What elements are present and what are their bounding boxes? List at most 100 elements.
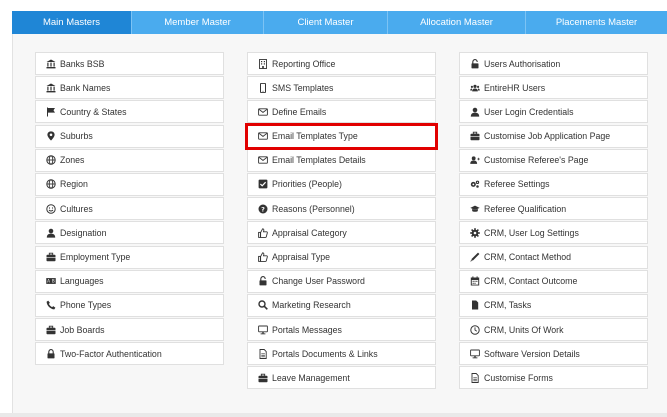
desktop-icon bbox=[470, 349, 480, 359]
envelope-icon bbox=[258, 107, 268, 117]
phone-icon bbox=[46, 300, 56, 310]
master-item-reporting-office[interactable]: Reporting Office bbox=[247, 52, 436, 75]
master-item-customise-referee-s-page[interactable]: Customise Referee's Page bbox=[459, 148, 648, 172]
briefcase-icon bbox=[46, 325, 56, 335]
master-item-label: Job Boards bbox=[60, 324, 105, 335]
master-item-change-user-password[interactable]: Change User Password bbox=[247, 269, 436, 293]
tab-placements-master[interactable]: Placements Master bbox=[526, 11, 667, 34]
master-item-leave-management[interactable]: Leave Management bbox=[247, 366, 436, 390]
master-item-referee-qualification[interactable]: Referee Qualification bbox=[459, 197, 648, 221]
master-item-bank-names[interactable]: Bank Names bbox=[35, 76, 224, 100]
master-item-label: Customise Forms bbox=[484, 372, 553, 383]
calendar-icon bbox=[470, 276, 480, 286]
master-item-designation[interactable]: Designation bbox=[35, 221, 224, 245]
master-item-region[interactable]: Region bbox=[35, 172, 224, 196]
file-solid-icon bbox=[470, 300, 480, 310]
thumbs-up-icon bbox=[258, 252, 268, 262]
master-item-label: Email Templates Type bbox=[272, 131, 358, 142]
master-item-customise-job-application-page[interactable]: Customise Job Application Page bbox=[459, 124, 648, 148]
master-item-label: Referee Settings bbox=[484, 179, 550, 190]
graduation-cap-icon bbox=[470, 204, 480, 214]
master-item-label: Leave Management bbox=[272, 372, 350, 383]
tab-member-master[interactable]: Member Master bbox=[132, 11, 264, 34]
cogs-icon bbox=[470, 179, 480, 189]
tab-main-masters[interactable]: Main Masters bbox=[12, 11, 132, 34]
master-item-country-and-states[interactable]: Country & States bbox=[35, 100, 224, 124]
master-item-crm-units-of-work[interactable]: CRM, Units Of Work bbox=[459, 318, 648, 342]
master-item-label: Priorities (People) bbox=[272, 179, 342, 190]
master-item-define-emails[interactable]: Define Emails bbox=[247, 100, 436, 124]
master-item-appraisal-type[interactable]: Appraisal Type bbox=[247, 245, 436, 269]
master-item-label: Appraisal Type bbox=[272, 252, 331, 262]
master-item-label: Software Version Details bbox=[484, 348, 580, 359]
master-item-employment-type[interactable]: Employment Type bbox=[35, 245, 224, 269]
master-item-crm-contact-outcome[interactable]: CRM, Contact Outcome bbox=[459, 269, 648, 293]
user-plus-icon bbox=[470, 155, 480, 165]
lock-icon bbox=[46, 348, 56, 359]
pen-icon bbox=[470, 252, 480, 262]
master-item-phone-types[interactable]: Phone Types bbox=[35, 293, 224, 317]
master-item-label: Languages bbox=[60, 276, 104, 287]
unlock-icon bbox=[258, 276, 268, 286]
master-item-software-version-details[interactable]: Software Version Details bbox=[459, 342, 648, 366]
clock-icon bbox=[470, 324, 480, 335]
master-item-label: Appraisal Category bbox=[272, 227, 347, 238]
master-item-user-login-credentials[interactable]: User Login Credentials bbox=[459, 100, 648, 124]
users-icon bbox=[470, 83, 480, 93]
main-masters-panel: Banks BSB Bank Names Country & States Subur… bbox=[12, 34, 667, 417]
question-circle-icon: ? bbox=[258, 204, 268, 214]
svg-text:B: B bbox=[52, 279, 55, 284]
master-item-label: CRM, Tasks bbox=[484, 300, 532, 311]
master-item-reasons-personnel[interactable]: ? Reasons (Personnel) bbox=[247, 197, 436, 221]
master-item-sms-templates[interactable]: SMS Templates bbox=[247, 76, 436, 100]
master-item-cultures[interactable]: Cultures bbox=[35, 197, 224, 221]
master-item-label: Customise Job Application Page bbox=[484, 131, 611, 142]
master-item-languages[interactable]: A B Languages bbox=[35, 269, 224, 293]
tab-allocation-master[interactable]: Allocation Master bbox=[388, 11, 526, 34]
thumbs-up-icon bbox=[258, 228, 268, 238]
master-item-crm-tasks[interactable]: CRM, Tasks bbox=[459, 293, 648, 317]
tab-client-master[interactable]: Client Master bbox=[264, 11, 388, 34]
master-item-portals-messages[interactable]: Portals Messages bbox=[247, 318, 436, 342]
master-item-label: User Login Credentials bbox=[484, 106, 574, 117]
master-item-label: Employment Type bbox=[60, 252, 131, 262]
master-item-portals-documents-and-links[interactable]: Portals Documents & Links bbox=[247, 342, 436, 366]
master-item-label: Email Templates Details bbox=[272, 155, 366, 166]
globe-icon bbox=[46, 155, 56, 165]
master-item-referee-settings[interactable]: Referee Settings bbox=[459, 172, 648, 196]
master-item-crm-contact-method[interactable]: CRM, Contact Method bbox=[459, 245, 648, 269]
file-icon bbox=[470, 372, 480, 383]
master-item-label: CRM, Contact Outcome bbox=[484, 276, 578, 287]
tab-label: Allocation Master bbox=[420, 17, 493, 28]
master-item-marketing-research[interactable]: Marketing Research bbox=[247, 293, 436, 317]
master-item-two-factor-authentication[interactable]: Two-Factor Authentication bbox=[35, 342, 224, 366]
master-item-priorities-people[interactable]: Priorities (People) bbox=[247, 172, 436, 196]
smile-icon bbox=[46, 203, 56, 214]
master-item-banks-bsb[interactable]: Banks BSB bbox=[35, 52, 224, 75]
master-item-job-boards[interactable]: Job Boards bbox=[35, 318, 224, 342]
unlock-icon bbox=[470, 58, 480, 69]
master-tab-bar: Main Masters Member Master Client Master… bbox=[12, 11, 667, 34]
master-item-zones[interactable]: Zones bbox=[35, 148, 224, 172]
master-item-crm-user-log-settings[interactable]: CRM, User Log Settings bbox=[459, 221, 648, 245]
master-item-appraisal-category[interactable]: Appraisal Category bbox=[247, 221, 436, 245]
briefcase-icon bbox=[46, 252, 56, 262]
master-item-customise-forms[interactable]: Customise Forms bbox=[459, 366, 648, 390]
master-item-label: Reporting Office bbox=[272, 58, 336, 69]
master-item-email-templates-details[interactable]: Email Templates Details bbox=[247, 148, 436, 172]
map-marker-icon bbox=[46, 131, 56, 141]
bank-icon bbox=[46, 83, 56, 93]
globe-icon bbox=[46, 179, 56, 190]
page-bottom-edge bbox=[0, 413, 667, 417]
tab-label: Placements Master bbox=[555, 17, 638, 28]
master-item-entirehr-users[interactable]: EntireHR Users bbox=[459, 76, 648, 100]
master-item-label: Region bbox=[60, 179, 88, 190]
tab-label: Client Master bbox=[297, 17, 354, 28]
master-item-label: Designation bbox=[60, 227, 107, 238]
master-item-users-authorisation[interactable]: Users Authorisation bbox=[459, 52, 648, 75]
master-item-suburbs[interactable]: Suburbs bbox=[35, 124, 224, 148]
master-item-label: Reasons (Personnel) bbox=[272, 203, 355, 214]
master-item-label: Portals Documents & Links bbox=[272, 348, 378, 359]
master-item-label: Define Emails bbox=[272, 106, 327, 117]
master-item-email-templates-type[interactable]: Email Templates Type bbox=[245, 122, 438, 150]
